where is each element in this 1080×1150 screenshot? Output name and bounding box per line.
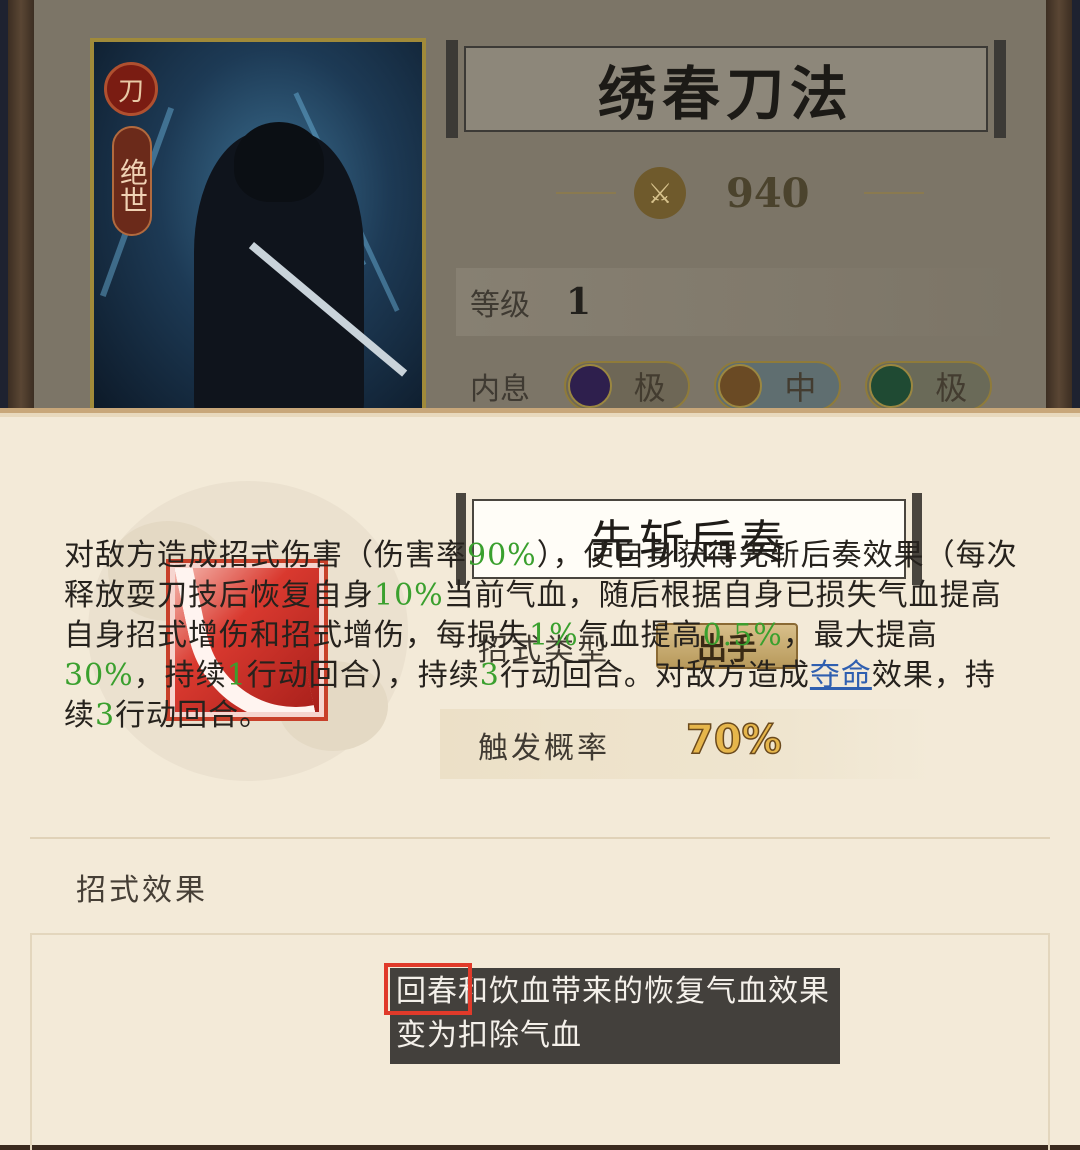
neixi-pill-3[interactable]: 极 — [865, 361, 992, 411]
moon-orb-icon — [567, 364, 612, 408]
effect-description: 对敌方造成招式伤害（伤害率90%），使自身获得先斩后奏效果（每次释放耍刀技后恢复… — [64, 538, 1018, 733]
tooltip-term-highlight — [384, 963, 472, 1015]
divider — [30, 837, 1050, 839]
neixi-row: 内息 极 中 极 — [456, 356, 1016, 416]
neixi-pill-1[interactable]: 极 — [563, 361, 691, 411]
hero-card[interactable]: 刀 绝世 — [90, 38, 426, 420]
neixi-grade: 极 — [935, 369, 968, 407]
hero-detail-background: 刀 绝世 绣春刀法 ⚔ 940 等级 1 内息 极 中 极 — [0, 0, 1080, 420]
top-skill-title-frame: 绣春刀法 — [446, 40, 1006, 138]
neixi-grade: 极 — [633, 369, 666, 407]
power-wing-left — [556, 192, 616, 194]
top-skill-title: 绣春刀法 — [597, 60, 854, 128]
left-frame — [8, 0, 34, 420]
ring-orb-icon — [869, 364, 914, 408]
level-row: 等级 1 — [456, 268, 1016, 336]
neixi-label: 内息 — [470, 372, 530, 407]
rarity-badge: 绝世 — [112, 126, 152, 236]
power-value: 940 — [726, 169, 810, 217]
sword-emblem-icon: 刀 — [104, 62, 158, 116]
sun-orb-icon — [718, 364, 763, 408]
sword-power-icon: ⚔ — [634, 167, 686, 219]
duoming-link[interactable]: 夺命 — [810, 658, 872, 693]
power-wing-right — [864, 192, 924, 194]
neixi-pill-2[interactable]: 中 — [714, 361, 842, 411]
hero-head — [234, 122, 324, 202]
power-row: ⚔ 940 — [520, 158, 960, 228]
right-frame — [1046, 0, 1072, 420]
effect-title: 招式效果 — [76, 873, 208, 908]
neixi-grade: 中 — [784, 369, 817, 407]
level-value: 1 — [566, 281, 592, 323]
level-label: 等级 — [470, 288, 530, 323]
